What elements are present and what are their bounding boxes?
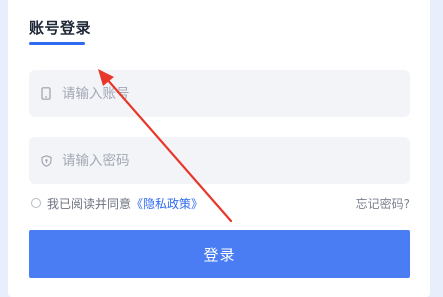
tab-active-indicator bbox=[29, 42, 85, 45]
shield-icon bbox=[39, 154, 53, 168]
login-button[interactable]: 登录 bbox=[29, 230, 410, 278]
agreement-text: 我已阅读并同意 bbox=[47, 196, 132, 211]
agree-radio[interactable] bbox=[31, 198, 41, 208]
password-field[interactable] bbox=[29, 137, 410, 184]
agreement-row: 我已阅读并同意 《隐私政策》 忘记密码? bbox=[29, 194, 410, 212]
account-field[interactable] bbox=[29, 70, 410, 117]
tab-account-login[interactable]: 账号登录 bbox=[29, 17, 91, 38]
account-input[interactable] bbox=[62, 78, 382, 109]
forgot-password-link[interactable]: 忘记密码? bbox=[356, 195, 410, 212]
privacy-policy-link[interactable]: 《隐私政策》 bbox=[131, 195, 203, 212]
phone-icon bbox=[39, 87, 53, 101]
password-input[interactable] bbox=[62, 145, 382, 176]
